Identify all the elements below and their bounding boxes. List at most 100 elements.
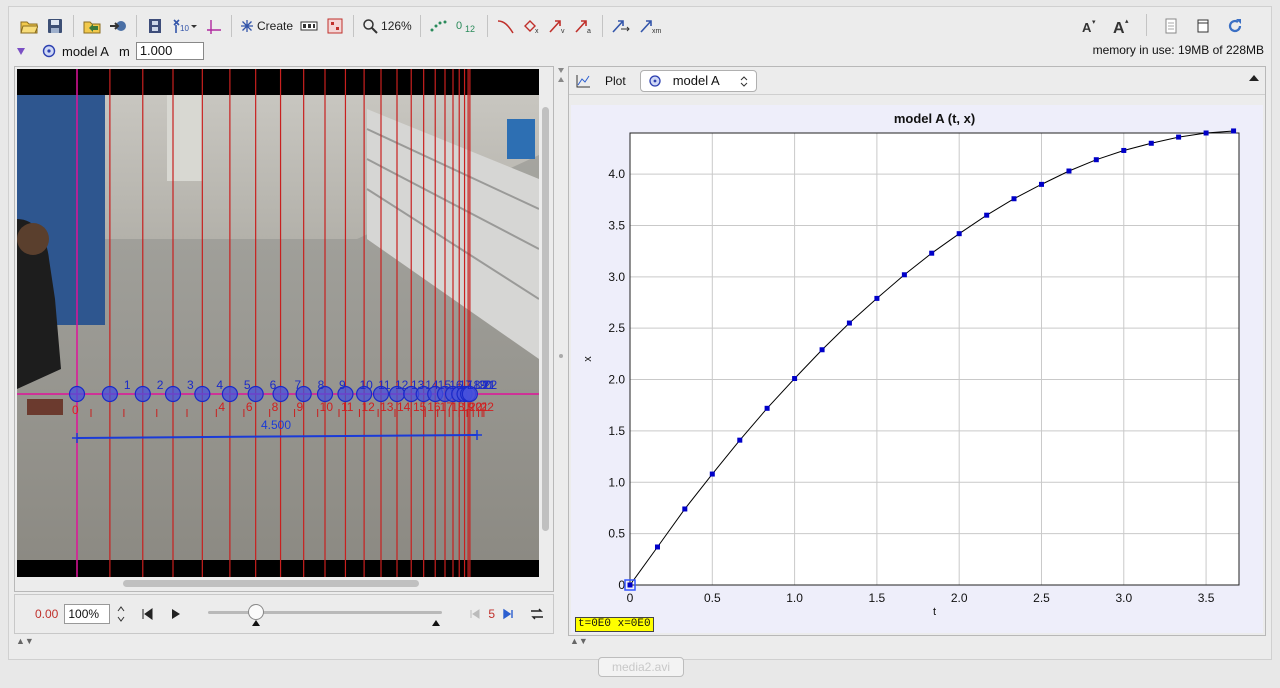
data-point[interactable] (929, 250, 935, 256)
video-frame[interactable]: 1 2 3 4 5 6 7 8 9 10 11 12 13 14 15 16 17 18 19 20 21 22 4689… (17, 69, 539, 577)
font-increase-icon: A ▴ (1113, 18, 1129, 35)
frame-label: 8 (318, 378, 325, 392)
data-point[interactable] (1176, 134, 1182, 140)
mass-marker[interactable] (101, 385, 118, 403)
open-file-button[interactable] (16, 14, 42, 38)
plot-resize-icon[interactable]: ▲▼ (570, 636, 588, 646)
loop-icon[interactable] (529, 607, 545, 621)
data-point[interactable] (709, 471, 715, 477)
data-point[interactable] (1038, 181, 1044, 187)
mass-marker[interactable] (164, 385, 182, 403)
clip-settings-button[interactable] (142, 14, 168, 38)
velocity-button[interactable]: v (545, 14, 571, 38)
dropdown-triangle-icon[interactable] (16, 46, 26, 56)
xm-button[interactable]: xm (636, 14, 664, 38)
mass-field[interactable]: 1.000 (135, 42, 204, 60)
zoom-button[interactable]: 126% (359, 14, 415, 38)
data-point[interactable] (1066, 168, 1072, 174)
frame-slider[interactable] (208, 602, 443, 626)
collapse-icon[interactable] (1249, 75, 1259, 81)
vertical-scrollbar[interactable] (542, 107, 549, 531)
tape-length: 4.500 (261, 418, 291, 432)
plot-tab-label[interactable]: Plot (605, 74, 626, 88)
mass-marker[interactable] (68, 385, 86, 403)
start-marker[interactable] (252, 620, 261, 626)
end-marker[interactable] (432, 620, 441, 626)
autotracker-button[interactable] (322, 14, 348, 38)
mass-marker[interactable] (134, 385, 151, 403)
path-button[interactable] (493, 14, 519, 38)
y-tick-label: 3.5 (608, 218, 625, 232)
labels-button[interactable]: 0 12 (452, 14, 482, 38)
notes-button[interactable] (1158, 14, 1184, 38)
data-point[interactable] (1121, 147, 1127, 153)
svg-text:A: A (1113, 20, 1125, 35)
track-name[interactable]: model A (62, 44, 109, 59)
data-point[interactable] (874, 295, 880, 301)
toolbar-separator (353, 15, 355, 37)
create-label: Create (257, 19, 294, 33)
font-smaller-button[interactable]: A ▾ (1077, 14, 1103, 38)
data-point[interactable] (792, 376, 798, 382)
save-button[interactable] (42, 14, 68, 38)
coordinate-axes-button[interactable] (200, 14, 226, 38)
y-tick-label: 2.5 (608, 321, 625, 335)
data-point[interactable] (1093, 157, 1099, 163)
step-back-frame-icon[interactable] (468, 607, 482, 621)
data-point[interactable] (1231, 128, 1237, 134)
data-point[interactable] (819, 347, 825, 353)
select-chevron-icon (740, 75, 748, 87)
mass-label: m (118, 43, 130, 59)
step-back-icon[interactable] (140, 607, 154, 621)
data-point[interactable] (984, 212, 990, 218)
description-button[interactable] (1190, 14, 1216, 38)
step-forward-icon[interactable] (501, 607, 515, 621)
track-select[interactable]: model A (639, 69, 757, 92)
plot-area[interactable]: 0 0.5 1.0 1.5 2.0 2.5 3.0 3.5 0 0.5 1.0 1.5 2.0 2.5 3.… (571, 105, 1263, 633)
x-axis-label: t (933, 606, 936, 618)
positions-button[interactable]: x (519, 14, 545, 38)
data-point[interactable] (737, 437, 743, 443)
slider-thumb[interactable] (248, 604, 265, 620)
trails-button[interactable] (426, 14, 452, 38)
data-point[interactable] (1148, 140, 1154, 146)
export-button[interactable] (105, 14, 131, 38)
rate-stepper-icon[interactable] (116, 605, 126, 623)
data-point[interactable] (1011, 196, 1017, 202)
velocity-arrow-icon: v (549, 20, 565, 34)
point-mass-icon (649, 74, 661, 87)
calibration-button[interactable]: 10 (168, 14, 200, 38)
track-control-button[interactable] (296, 14, 322, 38)
mass-marker[interactable] (194, 385, 211, 403)
data-point[interactable] (654, 544, 660, 550)
data-point[interactable] (682, 506, 688, 512)
data-point[interactable] (627, 582, 633, 588)
y-tick-label: 1.0 (608, 475, 625, 489)
y-tick-label: 1.5 (608, 424, 625, 438)
media-tab[interactable]: media2.avi (598, 657, 684, 677)
tracker-window: 10 Create 126% 0 12 x v a xm A ▾ A ▴ mod… (0, 0, 1280, 688)
font-larger-button[interactable]: A ▴ (1109, 14, 1135, 38)
plot-frame (629, 132, 1240, 586)
acceleration-button[interactable]: a (571, 14, 597, 38)
plot-axes-icon[interactable] (575, 73, 591, 89)
data-point[interactable] (764, 405, 770, 411)
refresh-button[interactable] (1222, 14, 1248, 38)
momentum-button[interactable] (608, 14, 636, 38)
frame-number: 5 (488, 607, 496, 621)
svg-text:▾: ▾ (1092, 19, 1096, 26)
horizontal-scrollbar[interactable] (123, 580, 419, 587)
autotracker-icon (327, 18, 343, 34)
video-resize-icon[interactable]: ▲▼ (16, 636, 34, 646)
time-readout[interactable]: 0.00 (35, 607, 58, 621)
frame-label: 10 (359, 378, 373, 392)
import-button[interactable] (79, 14, 105, 38)
data-point[interactable] (1203, 130, 1209, 136)
rate-field[interactable]: 100% (64, 604, 111, 624)
create-track-button[interactable]: Create (237, 14, 296, 38)
data-point[interactable] (901, 272, 907, 278)
split-divider[interactable] (556, 66, 566, 640)
data-point[interactable] (956, 231, 962, 237)
play-icon[interactable] (168, 607, 182, 621)
data-point[interactable] (846, 320, 852, 326)
